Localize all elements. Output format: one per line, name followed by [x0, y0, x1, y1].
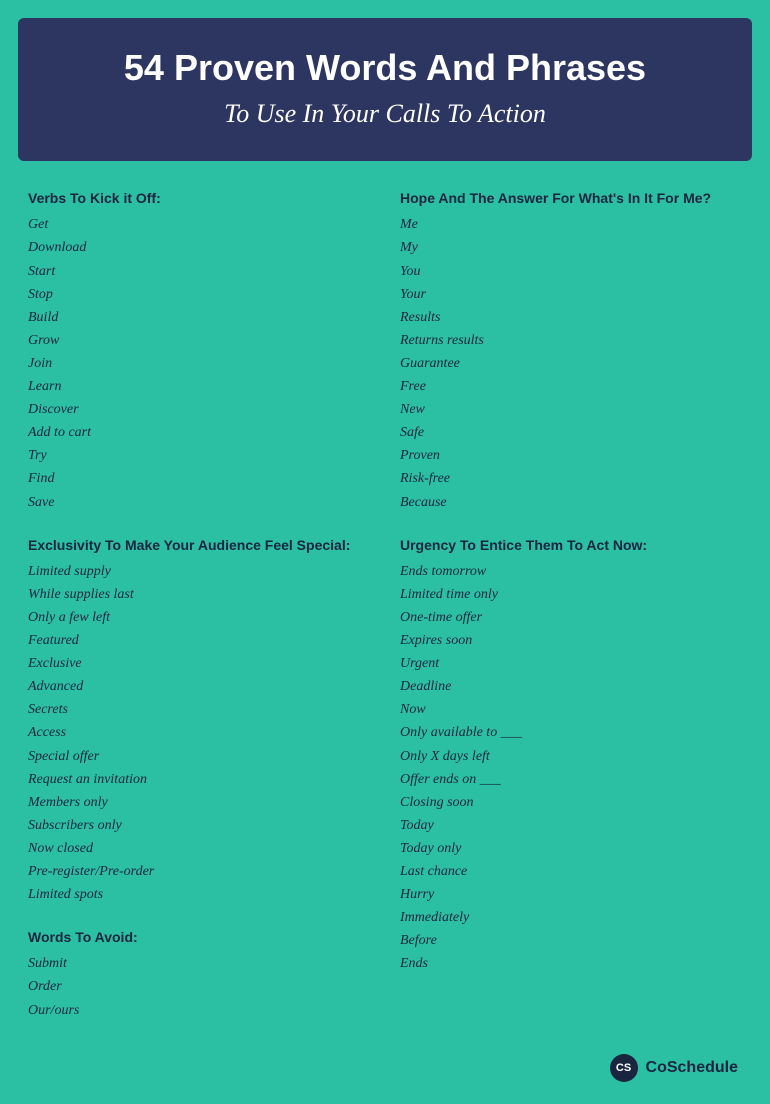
list-item: Featured — [28, 629, 370, 652]
list-item: Hurry — [400, 883, 742, 906]
list-item: Limited supply — [28, 560, 370, 583]
list-item: Request an invitation — [28, 768, 370, 791]
logo-text: CoSchedule — [646, 1059, 738, 1077]
header-subtitle: To Use In Your Calls To Action — [48, 99, 722, 129]
header-title: 54 Proven Words And Phrases — [48, 46, 722, 89]
list-item: Learn — [28, 375, 370, 398]
list-item: Add to cart — [28, 421, 370, 444]
logo-icon-text: CS — [616, 1062, 631, 1074]
list-item: Only X days left — [400, 745, 742, 768]
section-exclusivity: Exclusivity To Make Your Audience Feel S… — [28, 536, 370, 907]
list-item: Save — [28, 491, 370, 514]
list-item: My — [400, 236, 742, 259]
list-item: Only a few left — [28, 606, 370, 629]
list-item: Discover — [28, 398, 370, 421]
column-1: Hope And The Answer For What's In It For… — [400, 189, 742, 1043]
section-verbs: Verbs To Kick it Off: GetDownloadStartSto… — [28, 189, 370, 513]
list-item: Advanced — [28, 675, 370, 698]
content-grid: Verbs To Kick it Off: GetDownloadStartSto… — [18, 189, 752, 1043]
list-item: Stop — [28, 283, 370, 306]
section-avoid: Words To Avoid: SubmitOrderOur/ours — [28, 928, 370, 1021]
list-item: Build — [28, 306, 370, 329]
list-item: Pre-register/Pre-order — [28, 860, 370, 883]
list-item: Now closed — [28, 837, 370, 860]
list-item: Members only — [28, 791, 370, 814]
list-item: Your — [400, 283, 742, 306]
list-item: One-time offer — [400, 606, 742, 629]
list-item: While supplies last — [28, 583, 370, 606]
section-urgency: Urgency To Entice Them To Act Now: Ends t… — [400, 536, 742, 976]
list-item: New — [400, 398, 742, 421]
list-item: Today — [400, 814, 742, 837]
header-box: 54 Proven Words And Phrases To Use In Yo… — [18, 18, 752, 161]
list-item: Order — [28, 975, 370, 998]
list-item: Closing soon — [400, 791, 742, 814]
list-item: Subscribers only — [28, 814, 370, 837]
section-items-urgency: Ends tomorrowLimited time onlyOne-time o… — [400, 560, 742, 976]
list-item: Me — [400, 213, 742, 236]
section-items-avoid: SubmitOrderOur/ours — [28, 952, 370, 1021]
logo-icon: CS — [610, 1054, 638, 1082]
section-title-exclusivity: Exclusivity To Make Your Audience Feel S… — [28, 536, 370, 554]
list-item: Before — [400, 929, 742, 952]
section-title-hope: Hope And The Answer For What's In It For… — [400, 189, 742, 207]
list-item: Today only — [400, 837, 742, 860]
list-item: Offer ends on ___ — [400, 768, 742, 791]
list-item: Only available to ___ — [400, 721, 742, 744]
list-item: Find — [28, 467, 370, 490]
list-item: Because — [400, 491, 742, 514]
list-item: Last chance — [400, 860, 742, 883]
list-item: Start — [28, 260, 370, 283]
list-item: Deadline — [400, 675, 742, 698]
section-title-avoid: Words To Avoid: — [28, 928, 370, 946]
list-item: Submit — [28, 952, 370, 975]
list-item: Returns results — [400, 329, 742, 352]
list-item: Download — [28, 236, 370, 259]
list-item: Exclusive — [28, 652, 370, 675]
list-item: Guarantee — [400, 352, 742, 375]
section-hope: Hope And The Answer For What's In It For… — [400, 189, 742, 513]
list-item: Our/ours — [28, 999, 370, 1022]
list-item: Immediately — [400, 906, 742, 929]
list-item: You — [400, 260, 742, 283]
list-item: Proven — [400, 444, 742, 467]
list-item: Results — [400, 306, 742, 329]
section-items-hope: MeMyYouYourResultsReturns resultsGuarant… — [400, 213, 742, 513]
list-item: Risk-free — [400, 467, 742, 490]
list-item: Try — [28, 444, 370, 467]
list-item: Limited spots — [28, 883, 370, 906]
page-container: 54 Proven Words And Phrases To Use In Yo… — [0, 0, 770, 1104]
list-item: Ends — [400, 952, 742, 975]
list-item: Expires soon — [400, 629, 742, 652]
section-items-verbs: GetDownloadStartStopBuildGrowJoinLearnDi… — [28, 213, 370, 513]
list-item: Urgent — [400, 652, 742, 675]
footer-logo: CS CoSchedule — [18, 1044, 752, 1086]
section-title-urgency: Urgency To Entice Them To Act Now: — [400, 536, 742, 554]
list-item: Safe — [400, 421, 742, 444]
list-item: Special offer — [28, 745, 370, 768]
list-item: Limited time only — [400, 583, 742, 606]
list-item: Now — [400, 698, 742, 721]
list-item: Access — [28, 721, 370, 744]
list-item: Join — [28, 352, 370, 375]
section-title-verbs: Verbs To Kick it Off: — [28, 189, 370, 207]
list-item: Grow — [28, 329, 370, 352]
section-items-exclusivity: Limited supplyWhile supplies lastOnly a … — [28, 560, 370, 906]
list-item: Ends tomorrow — [400, 560, 742, 583]
list-item: Free — [400, 375, 742, 398]
list-item: Get — [28, 213, 370, 236]
list-item: Secrets — [28, 698, 370, 721]
column-0: Verbs To Kick it Off: GetDownloadStartSto… — [28, 189, 370, 1043]
